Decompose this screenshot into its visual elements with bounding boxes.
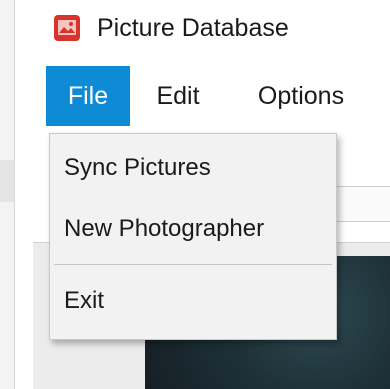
menu-item-new-photographer[interactable]: New Photographer — [50, 199, 336, 259]
file-menu-dropdown: Sync Pictures New Photographer Exit — [49, 133, 337, 340]
menu-item-sync-pictures[interactable]: Sync Pictures — [50, 138, 336, 198]
menu-item-exit[interactable]: Exit — [50, 271, 336, 331]
picture-icon — [54, 15, 80, 41]
window-left-edge — [0, 0, 15, 389]
menu-file[interactable]: File — [46, 66, 130, 126]
menu-separator — [54, 264, 332, 265]
title-bar: Picture Database — [15, 0, 390, 62]
menu-options[interactable]: Options — [241, 66, 361, 126]
left-edge-marker — [0, 160, 14, 202]
window-title: Picture Database — [97, 14, 289, 42]
menu-edit[interactable]: Edit — [145, 66, 211, 126]
app-window: Picture Database File Edit Options Sync … — [0, 0, 390, 389]
menu-bar: File Edit Options — [15, 66, 390, 126]
